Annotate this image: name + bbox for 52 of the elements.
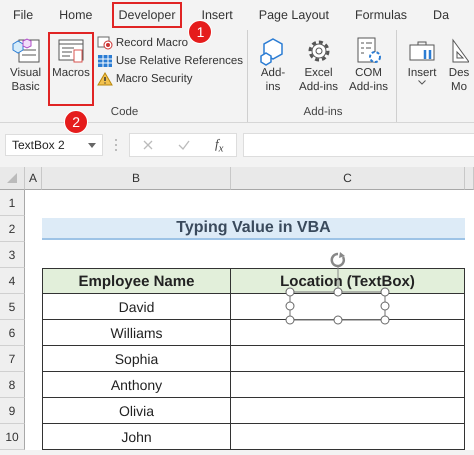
row-number: 1 — [0, 190, 25, 216]
row-number: 9 — [0, 398, 25, 424]
select-all-icon[interactable] — [7, 173, 17, 183]
insert-function-button[interactable]: f$_{x}$ — [214, 136, 224, 154]
check-icon[interactable] — [178, 140, 190, 150]
ribbon-button[interactable]: Macro Security — [96, 72, 244, 86]
grip-icon — [114, 138, 118, 152]
column-letter[interactable]: B — [42, 167, 231, 190]
step-badge: 1 — [188, 20, 212, 44]
column-letter[interactable]: C — [231, 167, 465, 190]
ribbon-tab[interactable]: Developer — [112, 2, 182, 28]
row-number: 5 — [0, 294, 25, 320]
table-cell: Olivia — [42, 398, 231, 424]
ribbon-button[interactable]: Excel Add-ins — [295, 32, 342, 106]
table-cell: John — [42, 424, 231, 450]
ribbon-button[interactable]: COM Add-ins — [345, 32, 392, 106]
close-icon[interactable] — [142, 140, 153, 150]
ribbon-button[interactable]: Visual Basic — [6, 32, 46, 106]
grid-icon — [96, 54, 113, 68]
ribbon-button[interactable]: Insert — [403, 32, 442, 106]
table-cell: Sophia — [42, 346, 231, 372]
ribbon-tab[interactable]: Da — [426, 2, 456, 28]
step-badge: 2 — [64, 110, 88, 134]
sheet-title: Typing Value in VBA — [42, 218, 465, 240]
record-icon — [96, 36, 113, 50]
ribbon-tab[interactable]: Home — [52, 2, 100, 28]
column-letter[interactable]: A — [25, 167, 42, 190]
dropdown-icon — [88, 142, 96, 148]
ribbon-tab[interactable]: File — [6, 2, 40, 28]
row-number: 3 — [0, 242, 25, 268]
row-number: 6 — [0, 320, 25, 346]
table-cell: David — [42, 294, 231, 320]
table-cell: Anthony — [42, 372, 231, 398]
ribbon-tab[interactable]: Page Layout — [252, 2, 336, 28]
group-label: Add-ins — [304, 106, 343, 120]
column-header[interactable] — [465, 167, 474, 190]
ribbon-tab[interactable]: Formulas — [348, 2, 414, 28]
warning-icon — [96, 72, 113, 86]
name-box[interactable]: TextBox 2 — [5, 134, 103, 156]
row-number: 4 — [0, 268, 25, 294]
group-label: Code — [110, 106, 138, 120]
column-header: Location (TextBox) — [231, 268, 465, 294]
ribbon-button[interactable]: Des Mo — [444, 32, 474, 106]
row-number: 10 — [0, 424, 25, 450]
table-cell: Williams — [42, 320, 231, 346]
column-header: Employee Name — [42, 268, 231, 294]
ribbon-button[interactable]: Use Relative References — [96, 54, 244, 68]
row-number: 8 — [0, 372, 25, 398]
formula-input[interactable] — [243, 133, 474, 157]
row-number: 2 — [0, 216, 25, 242]
row-number: 7 — [0, 346, 25, 372]
ribbon-button[interactable]: Add- ins — [254, 32, 292, 106]
